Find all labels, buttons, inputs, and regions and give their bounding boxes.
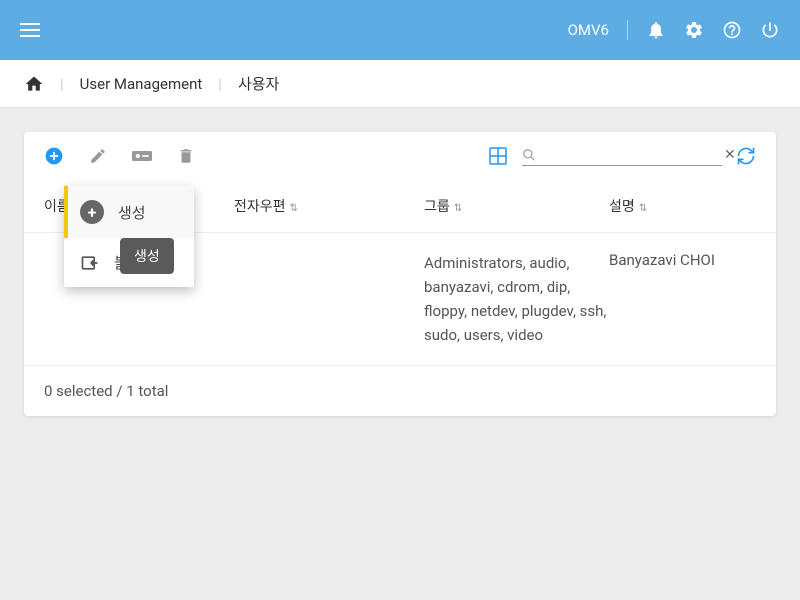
app-title: OMV6 xyxy=(568,21,609,39)
refresh-icon[interactable] xyxy=(736,146,756,166)
notifications-icon[interactable] xyxy=(646,20,666,40)
settings-icon[interactable] xyxy=(684,20,704,40)
sort-icon: ⇅ xyxy=(454,203,462,214)
add-button[interactable]: + 생성 불러오기 생성 xyxy=(44,146,64,166)
delete-button[interactable] xyxy=(176,146,196,166)
help-icon[interactable] xyxy=(722,20,742,40)
clear-icon[interactable]: ✕ xyxy=(724,147,736,163)
cell-email xyxy=(234,251,424,347)
breadcrumb-separator: | xyxy=(60,75,64,93)
breadcrumb-section[interactable]: User Management xyxy=(80,75,203,93)
column-desc[interactable]: 설명⇅ xyxy=(609,196,756,216)
plus-circle-icon: + xyxy=(80,200,104,224)
users-card: + 생성 불러오기 생성 xyxy=(24,132,776,416)
power-icon[interactable] xyxy=(760,20,780,40)
cell-groups: Administrators, audio, banyazavi, cdrom,… xyxy=(424,251,609,347)
search-input[interactable] xyxy=(542,147,718,162)
table-footer: 0 selected / 1 total xyxy=(24,366,776,416)
search-icon xyxy=(522,148,536,162)
add-dropdown: + 생성 불러오기 생성 xyxy=(64,186,194,287)
key-button[interactable] xyxy=(132,146,152,166)
breadcrumb-page: 사용자 xyxy=(238,73,279,94)
sort-icon: ⇅ xyxy=(290,203,298,214)
column-groups[interactable]: 그룹⇅ xyxy=(424,196,609,216)
breadcrumb-separator: | xyxy=(218,75,222,93)
tooltip: 생성 xyxy=(120,238,174,274)
column-email[interactable]: 전자우편⇅ xyxy=(234,196,424,216)
edit-button[interactable] xyxy=(88,146,108,166)
grid-view-icon[interactable] xyxy=(488,146,508,166)
dropdown-create[interactable]: + 생성 xyxy=(64,186,194,238)
breadcrumb: | User Management | 사용자 xyxy=(0,60,800,108)
home-icon[interactable] xyxy=(24,74,44,94)
sort-icon: ⇅ xyxy=(639,203,647,214)
cell-desc: Banyazavi CHOI xyxy=(609,251,756,347)
search-field[interactable]: ✕ xyxy=(522,147,722,166)
divider xyxy=(627,20,628,40)
dropdown-create-label: 생성 xyxy=(118,202,146,223)
menu-toggle[interactable] xyxy=(20,19,40,41)
import-icon xyxy=(80,253,100,273)
